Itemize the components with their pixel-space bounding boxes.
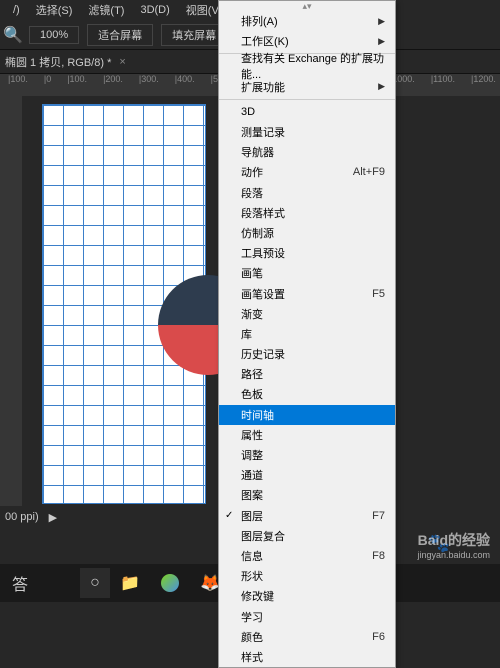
- doc-title: 椭圆 1 拷贝, RGB/8) *: [5, 54, 111, 70]
- menu-item[interactable]: 查找有关 Exchange 的扩展功能...: [219, 56, 395, 76]
- menu-item-label: 渐变: [241, 306, 263, 322]
- menu-item-label: 样式: [241, 649, 263, 665]
- taskbar-item[interactable]: [150, 564, 190, 602]
- menu-item-label: 画笔设置: [241, 286, 285, 302]
- menu-item-label: 工作区(K): [241, 33, 289, 49]
- watermark: Baid的经验 jingyan.baidu.com: [417, 530, 490, 560]
- window-menu: ▴▾排列(A)▶工作区(K)▶查找有关 Exchange 的扩展功能...扩展功…: [218, 0, 396, 668]
- menu-item-label: 信息: [241, 548, 263, 564]
- menu-item[interactable]: 时间轴: [219, 405, 395, 425]
- menu-item-label: 属性: [241, 427, 263, 443]
- menu-item[interactable]: 测量记录: [219, 122, 395, 142]
- menu-item-label: 路径: [241, 366, 263, 382]
- menu-item-label: 工具预设: [241, 245, 285, 261]
- ruler-vertical: [0, 96, 22, 506]
- menu-item-label: 图层复合: [241, 528, 285, 544]
- menu-item[interactable]: 色板: [219, 384, 395, 404]
- chevron-right-icon: ▶: [378, 81, 385, 92]
- taskbar-item[interactable]: 答: [0, 564, 40, 602]
- menu-item[interactable]: 信息 F8: [219, 546, 395, 566]
- menu-item[interactable]: 工作区(K) ▶: [219, 31, 395, 51]
- menu-item[interactable]: 扩展功能 ▶: [219, 77, 395, 97]
- menu-grip[interactable]: ▴▾: [219, 1, 395, 11]
- menu-shortcut: F5: [372, 288, 385, 300]
- canvas[interactable]: [42, 104, 206, 504]
- menu-item[interactable]: 3D(D): [132, 4, 177, 16]
- menu-item-label: 色板: [241, 386, 263, 402]
- menu-item[interactable]: 段落样式: [219, 203, 395, 223]
- menu-item[interactable]: 学习: [219, 606, 395, 626]
- menu-item[interactable]: 选择(S): [28, 2, 81, 18]
- menu-item[interactable]: 导航器: [219, 142, 395, 162]
- menu-item-label: 通道: [241, 467, 263, 483]
- zoom-level[interactable]: 100%: [29, 26, 79, 44]
- menu-item-label: 扩展功能: [241, 79, 285, 95]
- menu-separator: [219, 99, 395, 100]
- menu-item[interactable]: 路径: [219, 364, 395, 384]
- menu-item-label: 学习: [241, 609, 263, 625]
- chevron-right-icon: ▶: [378, 16, 385, 27]
- menu-item[interactable]: 画笔: [219, 263, 395, 283]
- close-icon[interactable]: ×: [119, 56, 125, 68]
- watermark-brand: Baid的经验: [417, 530, 490, 550]
- menu-item-label: 图案: [241, 487, 263, 503]
- menu-item[interactable]: 仿制源: [219, 223, 395, 243]
- menu-item-label: 3D: [241, 106, 255, 118]
- menu-item-label: 图层: [241, 508, 263, 524]
- menu-item[interactable]: 排列(A) ▶: [219, 11, 395, 31]
- menu-item[interactable]: 颜色 F6: [219, 627, 395, 647]
- menu-item[interactable]: ✓ 图层 F7: [219, 506, 395, 526]
- menu-item[interactable]: 图案: [219, 485, 395, 505]
- search-icon[interactable]: ○: [80, 568, 110, 598]
- menu-item-label: 导航器: [241, 144, 274, 160]
- menu-item[interactable]: 画笔设置 F5: [219, 283, 395, 303]
- menu-item-label: 时间轴: [241, 407, 274, 423]
- menu-shortcut: F7: [372, 510, 385, 522]
- menu-shortcut: Alt+F9: [353, 166, 385, 178]
- menu-item[interactable]: 工具预设: [219, 243, 395, 263]
- menu-item-label: 历史记录: [241, 346, 285, 362]
- menu-item-label: 调整: [241, 447, 263, 463]
- menu-item[interactable]: 库: [219, 324, 395, 344]
- status-arrow[interactable]: ▶: [49, 511, 57, 524]
- menu-item[interactable]: 动作 Alt+F9: [219, 162, 395, 182]
- status-text: 00 ppi): [5, 511, 39, 523]
- menu-item-label: 颜色: [241, 629, 263, 645]
- menu-item[interactable]: 历史记录: [219, 344, 395, 364]
- check-icon: ✓: [225, 510, 233, 521]
- menu-item[interactable]: 图层复合: [219, 526, 395, 546]
- menu-shortcut: F6: [372, 631, 385, 643]
- menu-item[interactable]: 样式: [219, 647, 395, 667]
- menu-item-label: 动作: [241, 164, 263, 180]
- menu-item-label: 画笔: [241, 265, 263, 281]
- menu-item[interactable]: 通道: [219, 465, 395, 485]
- menu-item-label: 排列(A): [241, 13, 278, 29]
- menu-item-label: 测量记录: [241, 124, 285, 140]
- menu-item[interactable]: 形状: [219, 566, 395, 586]
- menu-item-label: 形状: [241, 568, 263, 584]
- menu-shortcut: F8: [372, 550, 385, 562]
- menu-item[interactable]: 3D: [219, 102, 395, 122]
- menu-item[interactable]: 属性: [219, 425, 395, 445]
- taskbar-item[interactable]: 📁: [110, 564, 150, 602]
- menu-item[interactable]: 段落: [219, 183, 395, 203]
- watermark-url: jingyan.baidu.com: [417, 550, 490, 560]
- menu-item-label: 段落: [241, 185, 263, 201]
- menu-item[interactable]: 调整: [219, 445, 395, 465]
- menu-item[interactable]: /): [5, 4, 28, 16]
- menu-item[interactable]: 渐变: [219, 304, 395, 324]
- fit-screen-button[interactable]: 适合屏幕: [87, 24, 153, 46]
- chevron-right-icon: ▶: [378, 36, 385, 47]
- menu-item[interactable]: 修改键: [219, 586, 395, 606]
- menu-item[interactable]: 滤镜(T): [80, 2, 132, 18]
- menu-item-label: 库: [241, 326, 252, 342]
- menu-item-label: 段落样式: [241, 205, 285, 221]
- zoom-icon[interactable]: 🔍: [5, 27, 21, 43]
- menu-item-label: 仿制源: [241, 225, 274, 241]
